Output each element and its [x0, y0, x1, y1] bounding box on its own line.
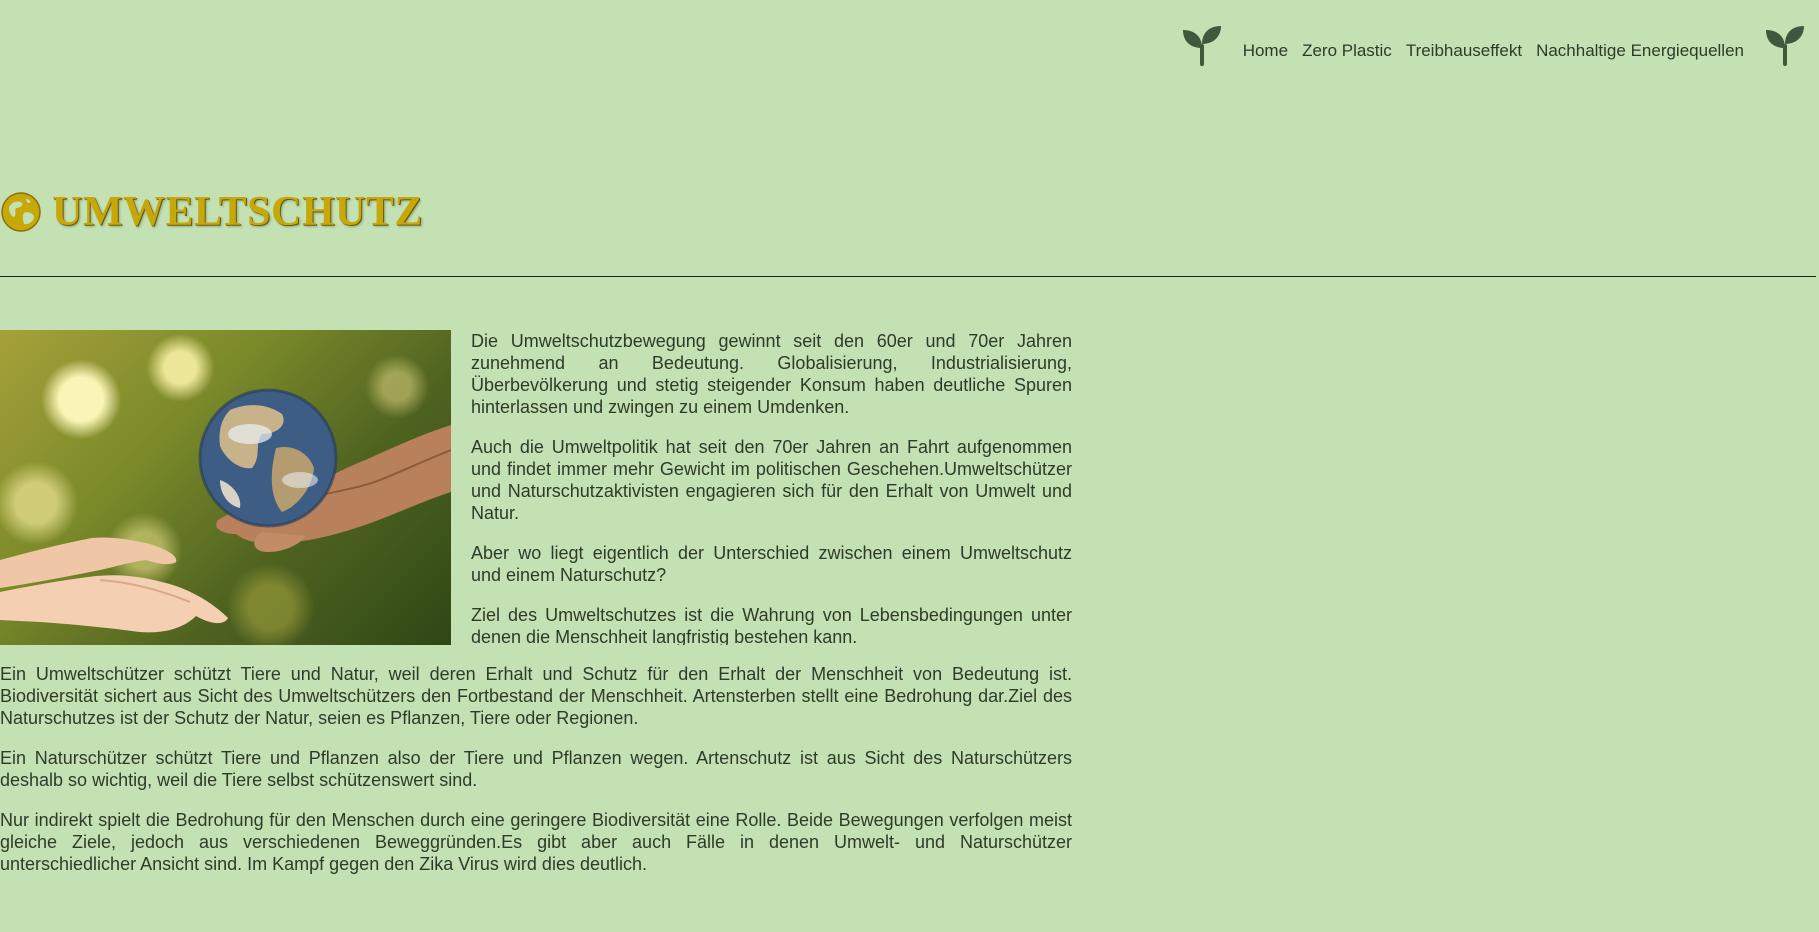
- paragraph: Ein Naturschützer schützt Tiere und Pfla…: [0, 748, 1072, 790]
- body-text-block: Ein Umweltschützer schützt Tiere und Nat…: [0, 645, 1072, 875]
- intro-text-block: Die Umweltschutzbewegung gewinnt seit de…: [471, 330, 1072, 645]
- paragraph: Die Umweltschutzbewegung gewinnt seit de…: [471, 331, 1072, 417]
- paragraph: Auch die Umweltpolitik hat seit den 70er…: [471, 437, 1072, 523]
- paragraph: Ein Umweltschützer schützt Tiere und Nat…: [0, 664, 1072, 728]
- main-content: Die Umweltschutzbewegung gewinnt seit de…: [0, 330, 1072, 893]
- nav-link-zero-plastic[interactable]: Zero Plastic: [1295, 39, 1399, 63]
- nav-link-home[interactable]: Home: [1236, 39, 1295, 63]
- main-navigation: Home Zero Plastic Treibhauseffekt Nachha…: [1180, 20, 1819, 70]
- globe-icon: [0, 191, 42, 233]
- paragraph: Ziel des Umweltschutzes ist die Wahrung …: [471, 605, 1072, 645]
- sprout-icon: [1763, 23, 1807, 67]
- page-header: UMWELTSCHUTZ: [0, 188, 423, 236]
- paragraph: Aber wo liegt eigentlich der Unterschied…: [471, 543, 1072, 585]
- page-title: UMWELTSCHUTZ: [52, 189, 423, 235]
- paragraph: Nur indirekt spielt die Bedrohung für de…: [0, 810, 1072, 874]
- globe-hands-image: [0, 330, 451, 645]
- sprout-icon: [1180, 23, 1224, 67]
- header-divider: [0, 276, 1816, 277]
- nav-link-treibhauseffekt[interactable]: Treibhauseffekt: [1399, 39, 1529, 63]
- nav-link-nachhaltige-energiequellen[interactable]: Nachhaltige Energiequellen: [1529, 39, 1751, 63]
